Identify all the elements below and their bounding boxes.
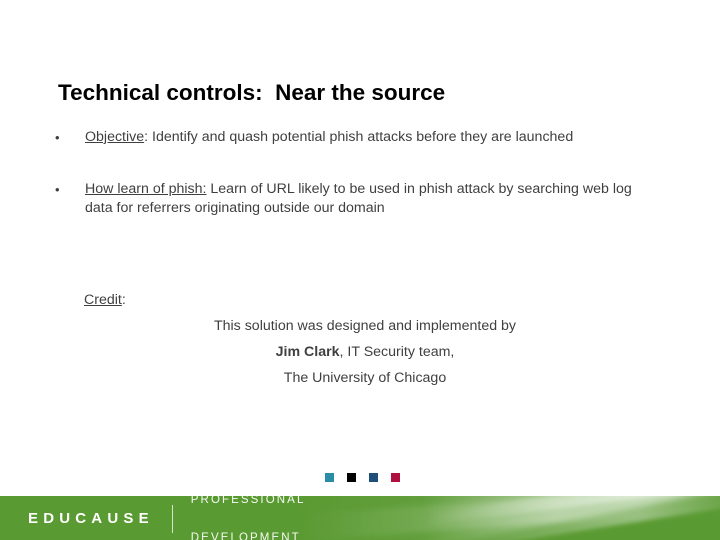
list-item: • How learn of phish: Learn of URL likel… xyxy=(0,180,720,219)
list-item-text: How learn of phish: Learn of URL likely … xyxy=(85,180,660,219)
square-crimson-icon xyxy=(391,473,400,482)
credit-lines: This solution was designed and implement… xyxy=(0,313,720,391)
page-title: Technical controls: Near the source xyxy=(58,80,446,105)
list-item-text: Objective: Identify and quash potential … xyxy=(85,128,660,148)
list-item-lead: Objective xyxy=(85,129,145,145)
credit-label-row: Credit: xyxy=(84,287,720,313)
square-black-icon xyxy=(347,473,356,482)
bullet-marker-icon: • xyxy=(55,181,60,197)
credit-label: Credit xyxy=(84,292,122,308)
educause-tagline-line-1: PROFESSIONAL xyxy=(190,496,306,506)
logo-divider xyxy=(171,505,173,533)
credit-line-1: This solution was designed and implement… xyxy=(213,318,517,334)
square-navy-icon xyxy=(369,473,378,482)
list-item-rest: : Identify and quash potential phish att… xyxy=(144,129,574,145)
educause-logo: EDUCAUSE PROFESSIONAL DEVELOPMENT xyxy=(28,496,305,540)
educause-tagline: PROFESSIONAL DEVELOPMENT xyxy=(191,496,306,540)
credit-author-role: , IT Security team, xyxy=(339,344,455,360)
credit-block: Credit: This solution was designed and i… xyxy=(0,287,720,391)
list-item-lead: How learn of phish: xyxy=(85,180,207,197)
decorative-squares xyxy=(325,473,400,482)
credit-line-2: Jim Clark, IT Security team, xyxy=(10,339,720,365)
list-item: • Objective: Identify and quash potentia… xyxy=(0,128,720,148)
slide-canvas: Technical controls: Near the source • Ob… xyxy=(0,0,720,540)
bullet-marker-icon: • xyxy=(55,130,60,145)
credit-label-suffix: : xyxy=(121,292,126,308)
educause-tagline-line-2: DEVELOPMENT xyxy=(190,531,301,540)
educause-wordmark: EDUCAUSE xyxy=(28,510,154,527)
credit-line-3: The University of Chicago xyxy=(283,370,447,386)
square-teal-icon xyxy=(325,473,334,482)
bullet-list: • Objective: Identify and quash potentia… xyxy=(0,128,720,219)
credit-author-name: Jim Clark xyxy=(275,344,340,360)
footer-band: EDUCAUSE PROFESSIONAL DEVELOPMENT xyxy=(0,496,720,540)
